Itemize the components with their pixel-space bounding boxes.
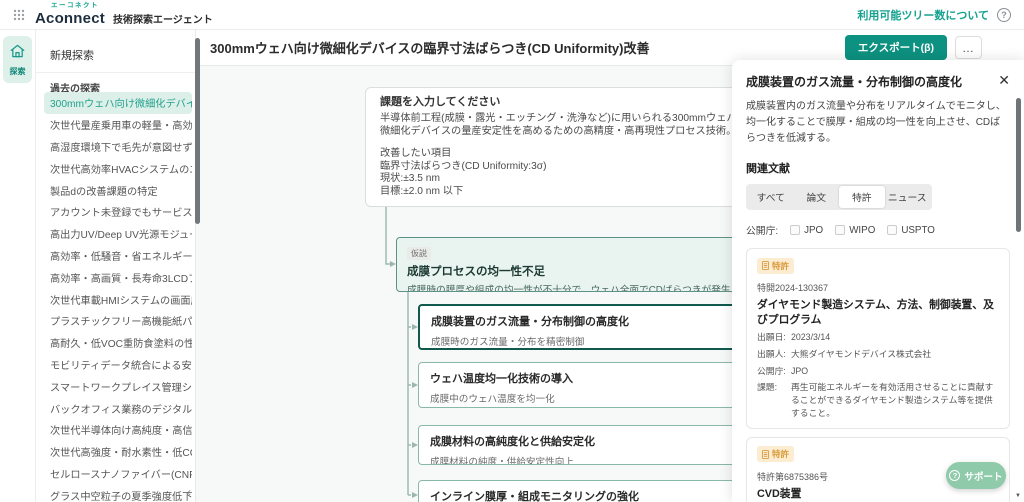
field-value: JPO: [791, 365, 999, 378]
hypothesis-badge: 仮説: [407, 247, 431, 260]
brand-logo[interactable]: エーコネクト Aconnect: [35, 3, 105, 26]
field-value: 2023/3/14: [791, 331, 999, 344]
sidebar-collapse-icon[interactable]: ‹: [183, 483, 195, 501]
document-icon: [762, 450, 769, 459]
new-search-button[interactable]: 新規探索: [50, 47, 94, 63]
patent-number: 特開2024-130367: [757, 281, 999, 294]
patent-title: ダイヤモンド製造システム、方法、制御装置、及びプログラム: [757, 298, 999, 327]
checkbox-icon[interactable]: [835, 225, 845, 235]
patent-badge: 特許: [757, 258, 794, 274]
brand-wordmark: Aconnect: [35, 11, 105, 26]
tab-all[interactable]: すべて: [748, 186, 794, 208]
scroll-down-icon[interactable]: ▼: [1015, 493, 1021, 499]
office-filter-label: 公開庁:: [746, 223, 778, 237]
tab-papers[interactable]: 論文: [794, 186, 840, 208]
sidebar-divider: [36, 72, 195, 73]
office-option-jpo[interactable]: JPO: [790, 225, 823, 236]
rail-item-label: 探索: [10, 66, 26, 77]
more-options-icon[interactable]: …: [955, 36, 982, 59]
office-option-label: USPTO: [901, 225, 935, 236]
history-item[interactable]: 次世代高効率HVACシステムのエ…: [44, 157, 192, 179]
history-item[interactable]: 次世代高強度・耐水素性・低CO₂…: [44, 441, 192, 463]
sidebar-scrollbar[interactable]: [195, 38, 200, 224]
office-option-wipo[interactable]: WIPO: [835, 225, 875, 236]
history-item[interactable]: プラスチックフリー高機能紙パッ…: [44, 310, 192, 332]
help-icon[interactable]: ?: [997, 8, 1011, 22]
history-item[interactable]: 300mmウェハ向け微細化デバイ…: [44, 92, 192, 114]
export-button[interactable]: エクスポート(β): [845, 35, 947, 60]
panel-description: 成膜装置内のガス流量や分布をリアルタイムでモニタし、均一化することで膜厚・組成の…: [746, 99, 1010, 147]
history-item[interactable]: セルロースナノファイバー(CNF…: [44, 463, 192, 485]
brand-ruby: エーコネクト: [51, 3, 105, 10]
checkbox-icon[interactable]: [887, 225, 897, 235]
home-icon: [10, 44, 25, 63]
history-item[interactable]: 製品dの改善課題の特定: [44, 179, 192, 201]
field-label: 課題:: [757, 381, 791, 419]
field-label: 出願人:: [757, 348, 791, 361]
history-item[interactable]: 高効率・低騒音・省エネルギー電…: [44, 245, 192, 267]
nav-rail: 探索: [0, 30, 36, 502]
detail-panel: 成膜装置のガス流量・分布制御の高度化 ✕ 成膜装置内のガス流量や分布をリアルタイ…: [732, 60, 1024, 502]
patent-card[interactable]: 特許 特開2024-130367 ダイヤモンド製造システム、方法、制御装置、及び…: [746, 248, 1010, 429]
patent-badge: 特許: [757, 446, 794, 462]
office-option-uspto[interactable]: USPTO: [887, 225, 935, 236]
close-icon[interactable]: ✕: [998, 73, 1010, 87]
history-item[interactable]: 次世代車載HMIシステムの画面応…: [44, 288, 192, 310]
history-item[interactable]: 高耐久・低VOC重防食塗料の性能…: [44, 332, 192, 354]
related-docs-title: 関連文献: [746, 160, 1010, 176]
support-help-icon: ?: [949, 470, 960, 481]
history-item[interactable]: モビリティデータ統合による安全…: [44, 354, 192, 376]
office-option-label: JPO: [804, 225, 823, 236]
doc-type-tabs: すべて 論文 特許 ニュース: [746, 184, 932, 210]
tab-patents[interactable]: 特許: [839, 186, 885, 208]
checkbox-icon[interactable]: [790, 225, 800, 235]
panel-title: 成膜装置のガス流量・分布制御の高度化: [746, 73, 998, 90]
field-value: 大熊ダイヤモンドデバイス株式会社: [791, 348, 999, 361]
history-item[interactable]: スマートワークプレイス管理シス…: [44, 375, 192, 397]
history-item[interactable]: アカウント未登録でもサービスが…: [44, 201, 192, 223]
history-list: 300mmウェハ向け微細化デバイ… 次世代量産乗用車の軽量・高効率… 高湿度環境…: [44, 92, 192, 502]
tree-count-link[interactable]: 利用可能ツリー数について: [857, 7, 989, 23]
office-filter: 公開庁: JPO WIPO USPTO: [746, 223, 1010, 237]
support-button[interactable]: ? サポート: [946, 462, 1006, 489]
rail-item-search[interactable]: 探索: [3, 36, 32, 83]
app-grid-icon[interactable]: [13, 9, 25, 21]
history-item[interactable]: 高出力UV/Deep UV光源モジュー…: [44, 223, 192, 245]
history-item[interactable]: 高効率・高画質・長寿命3LCDプ…: [44, 266, 192, 288]
field-label: 公開庁:: [757, 365, 791, 378]
tab-news[interactable]: ニュース: [885, 186, 931, 208]
history-item[interactable]: 高湿度環境下で毛先が意図せずカ…: [44, 136, 192, 158]
history-item[interactable]: 次世代量産乗用車の軽量・高効率…: [44, 114, 192, 136]
history-sidebar: 新規探索 過去の探索 300mmウェハ向け微細化デバイ… 次世代量産乗用車の軽量…: [36, 30, 196, 502]
panel-scrollbar[interactable]: [1016, 98, 1021, 232]
history-item[interactable]: 次世代半導体向け高純度・高信頼…: [44, 419, 192, 441]
support-label: サポート: [964, 469, 1002, 483]
history-item[interactable]: バックオフィス業務のデジタル化…: [44, 397, 192, 419]
office-option-label: WIPO: [849, 225, 875, 236]
app-header: エーコネクト Aconnect 技術探索エージェント 利用可能ツリー数について …: [0, 0, 1024, 30]
product-name: 技術探索エージェント: [113, 11, 213, 26]
history-item[interactable]: グラス中空粒子の夏季強度低下の: [44, 484, 192, 502]
page-title: 300mmウェハ向け微細化デバイスの臨界寸法ばらつき(CD Uniformity…: [210, 38, 649, 57]
field-value: 再生可能エネルギーを有効活用させることに貢献することができるダイヤモンド製造シス…: [791, 381, 999, 419]
document-icon: [762, 261, 769, 270]
field-label: 出願日:: [757, 331, 791, 344]
